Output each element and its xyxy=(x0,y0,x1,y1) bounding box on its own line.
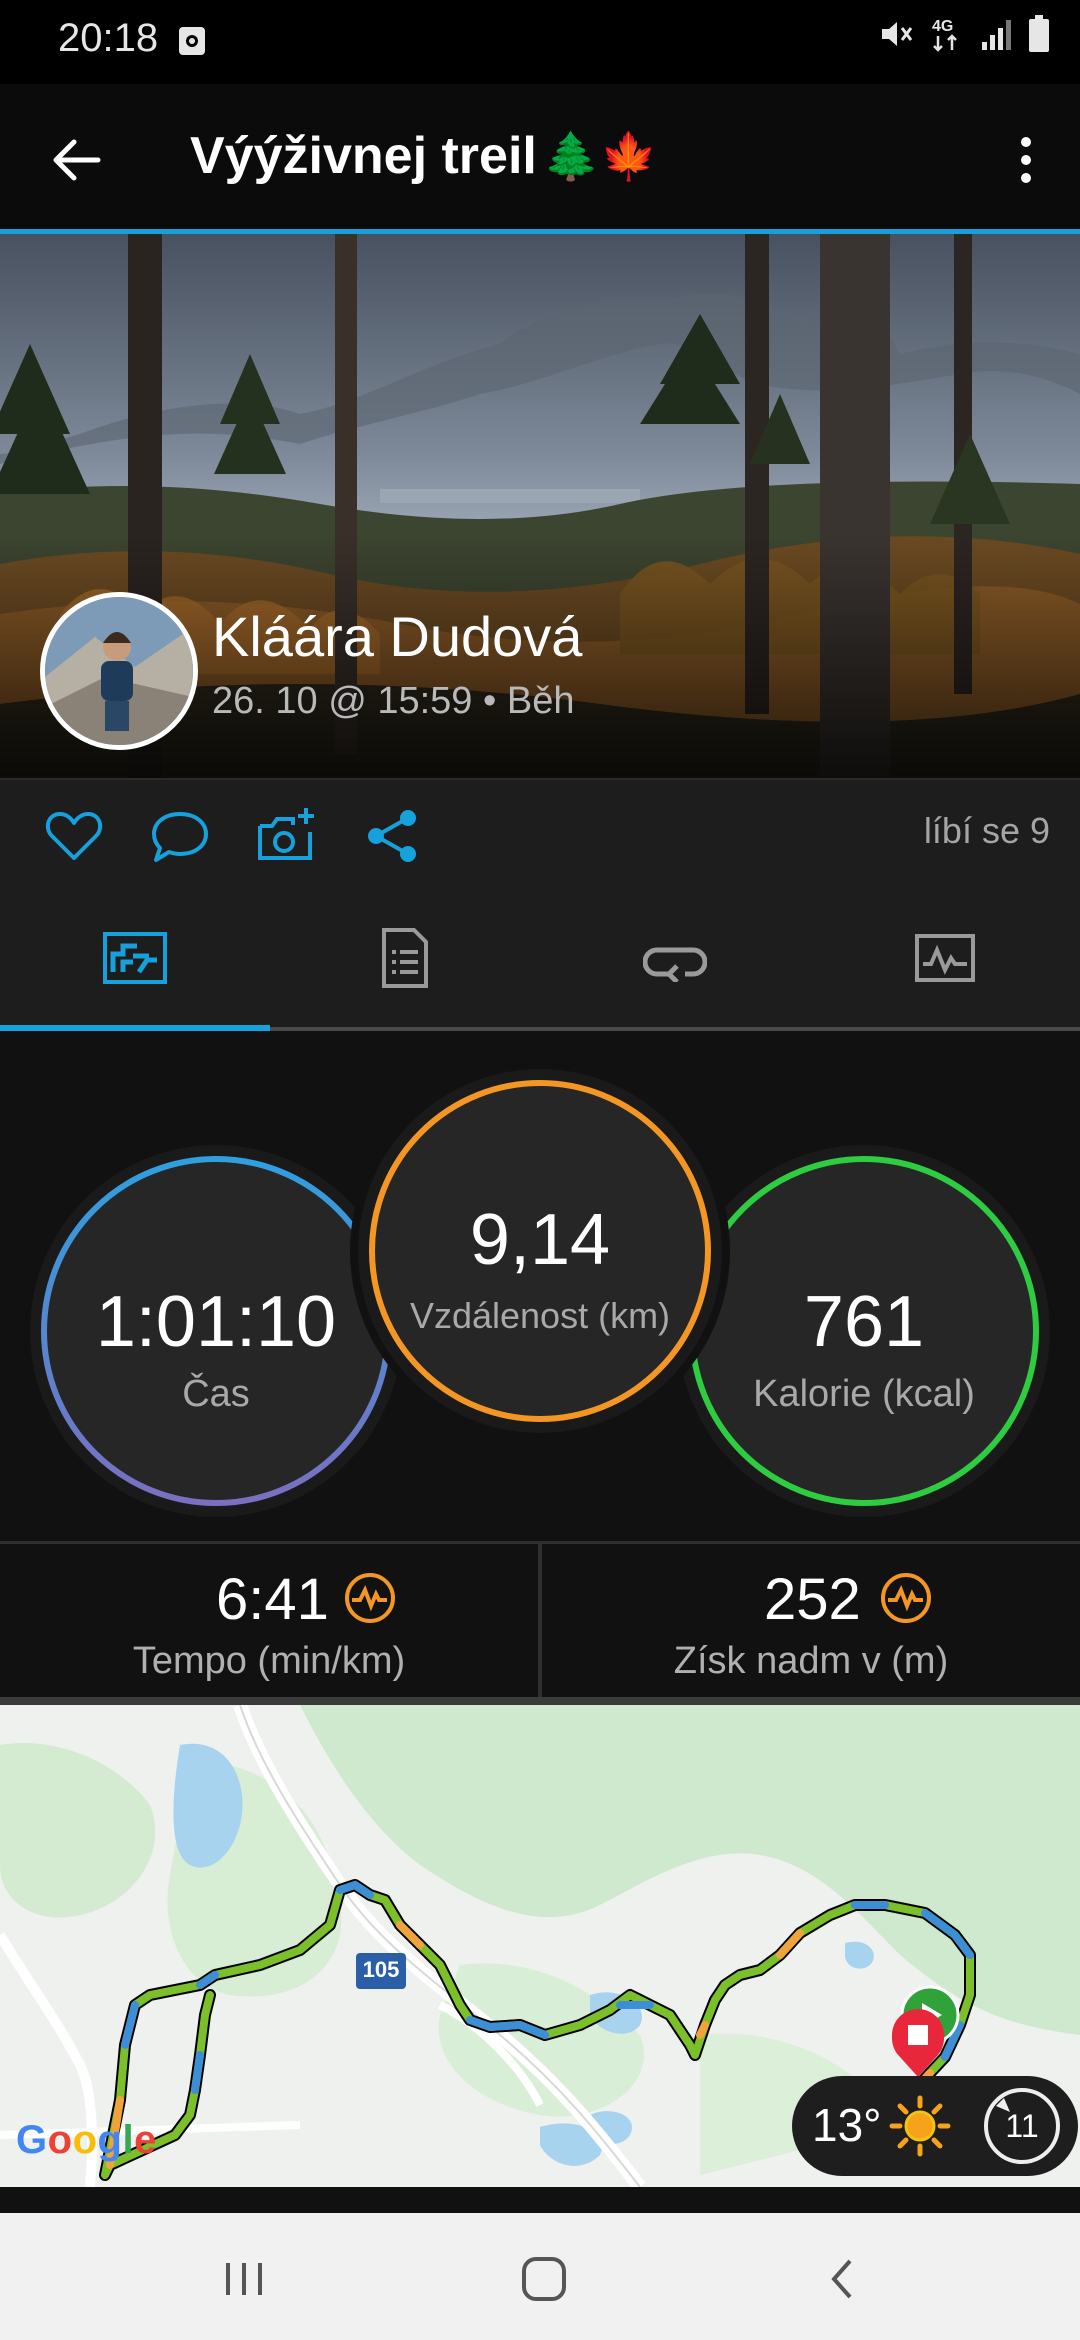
svg-text:4G: 4G xyxy=(932,18,953,35)
stats-panel: 1:01:10 Čas 761 Kalorie (kcal) 9,14 Vzdá… xyxy=(0,1031,1080,1541)
summary-icon xyxy=(103,931,167,989)
elevation-label: Získ nadm v (m) xyxy=(673,1640,949,1682)
charts-icon xyxy=(915,933,975,987)
pace-value: 6:41 xyxy=(216,1567,329,1632)
likes-count[interactable]: líbí se 9 xyxy=(924,810,1050,852)
laps-icon xyxy=(642,934,708,987)
heart-icon[interactable] xyxy=(44,806,104,866)
pace-chart-icon xyxy=(344,1572,396,1629)
wind-speed: 11 xyxy=(1005,2108,1039,2144)
tab-bar xyxy=(0,890,1080,1030)
elevation-metric[interactable]: 252 Získ nadm v (m) xyxy=(542,1544,1080,1702)
app-bar: Výýživnej treil 🌲🍁 xyxy=(0,84,1080,232)
share-icon[interactable] xyxy=(362,806,422,866)
details-icon xyxy=(382,927,428,993)
map-bottom-edge xyxy=(0,2187,1080,2213)
activity-title: Výýživnej treil xyxy=(190,127,537,185)
distance-value: 9,14 xyxy=(469,1200,611,1280)
recent-apps-icon[interactable] xyxy=(214,2249,274,2309)
status-time: 20:18 xyxy=(58,16,159,60)
system-nav-bar xyxy=(0,2213,1080,2340)
network-4g-icon: 4G xyxy=(930,14,964,59)
page-title: Výýživnej treil 🌲🍁 xyxy=(190,126,657,186)
metrics-divider xyxy=(538,1541,542,1699)
overflow-menu-icon[interactable] xyxy=(1006,134,1046,186)
weather-badge[interactable]: 13° 11 xyxy=(792,2076,1078,2176)
map-separator xyxy=(0,1697,1080,1705)
activity-meta: 26. 10 @ 15:59 • Běh xyxy=(212,680,575,722)
distance-ring[interactable]: 9,14 Vzdálenost (km) xyxy=(348,1059,732,1443)
back-nav-icon[interactable] xyxy=(814,2249,874,2309)
comment-icon[interactable] xyxy=(150,806,210,866)
sun-icon xyxy=(888,2094,952,2163)
user-name[interactable]: Kláára Dudová xyxy=(212,604,582,669)
tab-charts[interactable] xyxy=(810,890,1080,1030)
avatar[interactable] xyxy=(40,592,198,750)
google-logo: Google xyxy=(16,2118,157,2162)
elevation-value: 252 xyxy=(764,1567,861,1632)
road-number-label: 105 xyxy=(362,1957,400,1982)
title-emoji: 🌲🍁 xyxy=(542,129,658,182)
actions-bar: líbí se 9 xyxy=(0,778,1080,892)
temperature: 13° xyxy=(812,2099,882,2151)
home-icon[interactable] xyxy=(514,2249,574,2309)
battery-icon xyxy=(1028,15,1050,58)
screen-record-icon xyxy=(178,26,206,61)
tab-summary[interactable] xyxy=(0,890,270,1030)
elevation-chart-icon xyxy=(880,1572,932,1629)
back-arrow-icon[interactable] xyxy=(44,128,108,192)
add-photo-icon[interactable] xyxy=(256,806,316,866)
signal-icon xyxy=(980,16,1012,57)
tab-laps[interactable] xyxy=(540,890,810,1030)
wind-indicator: 11 xyxy=(982,2086,1062,2166)
pace-label: Tempo (min/km) xyxy=(132,1640,406,1682)
pace-metric[interactable]: 6:41 Tempo (min/km) xyxy=(0,1544,538,1702)
distance-label: Vzdálenost (km) xyxy=(409,1295,671,1336)
tab-details[interactable] xyxy=(270,890,540,1030)
mute-icon xyxy=(878,16,914,57)
status-bar: 20:18 4G xyxy=(0,0,1080,84)
